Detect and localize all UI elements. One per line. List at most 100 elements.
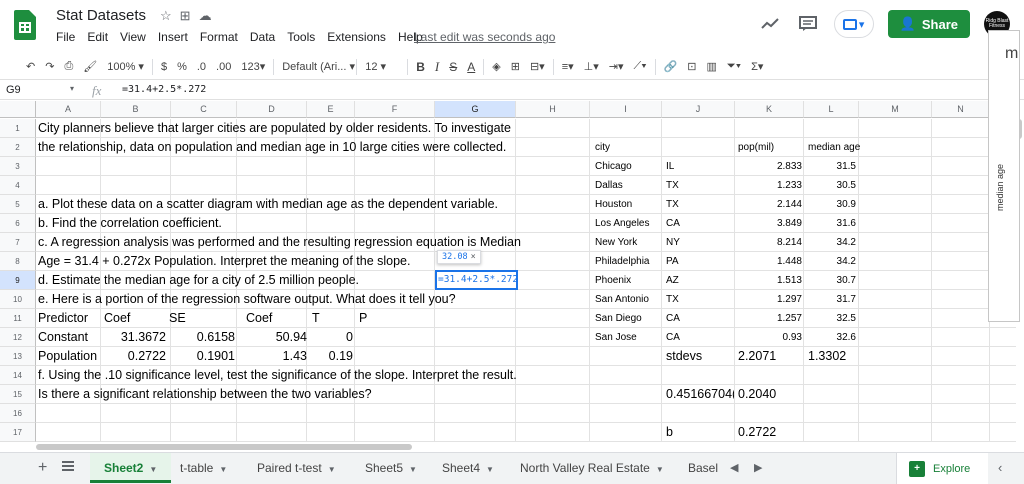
row-header-11[interactable]: 11 xyxy=(0,309,36,328)
row-header-12[interactable]: 12 xyxy=(0,328,36,347)
row-header-14[interactable]: 14 xyxy=(0,366,36,385)
row-header-15[interactable]: 15 xyxy=(0,385,36,404)
sheet-tab-t-table[interactable]: t-table ▼ xyxy=(166,453,241,483)
sheet-tab-sheet5[interactable]: Sheet5 ▼ xyxy=(351,453,431,483)
sheet-tab-north-valley-real-estate[interactable]: North Valley Real Estate ▼ xyxy=(506,453,678,483)
column-header-h[interactable]: H xyxy=(516,101,590,118)
name-box-chevron-icon[interactable]: ▾ xyxy=(70,84,74,93)
sheet-tab-basel[interactable]: Basel xyxy=(674,453,724,483)
horizontal-scrollbar[interactable] xyxy=(36,444,412,450)
row-header-8[interactable]: 8 xyxy=(0,252,36,271)
currency-format-button[interactable]: $ xyxy=(156,61,172,73)
select-all-corner[interactable] xyxy=(0,101,36,118)
column-header-k[interactable]: K xyxy=(735,101,804,118)
row-header-6[interactable]: 6 xyxy=(0,214,36,233)
menu-edit[interactable]: Edit xyxy=(81,30,114,44)
caret-down-icon[interactable]: ▼ xyxy=(486,465,494,474)
all-sheets-icon[interactable] xyxy=(62,461,74,473)
column-header-m[interactable]: M xyxy=(859,101,932,118)
column-header-f[interactable]: F xyxy=(355,101,435,118)
paint-format-icon[interactable]: 🖌 xyxy=(78,60,102,73)
menu-data[interactable]: Data xyxy=(244,30,281,44)
move-folder-icon[interactable]: ⊞ xyxy=(180,8,191,24)
embedded-chart[interactable]: m median age xyxy=(988,30,1020,322)
star-icon[interactable]: ☆ xyxy=(160,8,172,24)
document-title[interactable]: Stat Datasets xyxy=(56,7,146,24)
sheet-tab-sheet2[interactable]: Sheet2 ▼ xyxy=(90,453,172,483)
decrease-decimal-button[interactable]: .0 xyxy=(192,61,211,73)
column-header-a[interactable]: A xyxy=(36,101,101,118)
font-size-select[interactable]: 12 ▾ xyxy=(360,60,404,73)
caret-down-icon[interactable]: ▼ xyxy=(409,465,417,474)
row-header-9[interactable]: 9 xyxy=(0,271,36,290)
menu-tools[interactable]: Tools xyxy=(281,30,321,44)
last-edit-link[interactable]: Last edit was seconds ago xyxy=(414,30,555,44)
caret-down-icon[interactable]: ▼ xyxy=(656,465,664,474)
name-box[interactable]: G9 xyxy=(6,84,21,96)
redo-icon[interactable]: ↷ xyxy=(40,60,59,73)
row-header-1[interactable]: 1 xyxy=(0,119,36,138)
row-header-16[interactable]: 16 xyxy=(0,404,36,423)
menu-format[interactable]: Format xyxy=(194,30,244,44)
row-header-7[interactable]: 7 xyxy=(0,233,36,252)
filter-icon[interactable]: ⏷▾ xyxy=(722,60,746,73)
zoom-select[interactable]: 100% ▾ xyxy=(102,60,149,73)
sheets-logo-icon[interactable] xyxy=(14,10,36,40)
active-cell-editor[interactable]: =31.4+2.5*.272 xyxy=(435,270,518,290)
column-header-l[interactable]: L xyxy=(804,101,859,118)
comments-icon[interactable] xyxy=(796,12,820,36)
column-header-e[interactable]: E xyxy=(307,101,355,118)
font-select[interactable]: Default (Ari... ▾ xyxy=(277,60,355,73)
print-icon[interactable]: ⎙ xyxy=(59,60,78,73)
functions-icon[interactable]: Σ▾ xyxy=(746,60,768,73)
activity-trend-icon[interactable] xyxy=(758,12,782,36)
row-header-5[interactable]: 5 xyxy=(0,195,36,214)
increase-decimal-button[interactable]: .00 xyxy=(211,61,236,73)
tab-scroll-right-icon[interactable]: ▶ xyxy=(754,461,762,474)
borders-icon[interactable]: ⊞ xyxy=(506,60,525,73)
vertical-align-icon[interactable]: ⊥▾ xyxy=(579,60,604,73)
strikethrough-button[interactable]: S xyxy=(444,60,462,74)
spreadsheet-grid[interactable]: A B C D E F G H I J K L M N 1 2 3 4 5 6 7 8 9 10 11 12 13 14 15 16 17 C… xyxy=(0,101,1024,451)
column-header-j[interactable]: J xyxy=(662,101,735,118)
menu-file[interactable]: File xyxy=(50,30,81,44)
insert-link-icon[interactable]: 🔗 xyxy=(659,60,683,73)
row-header-4[interactable]: 4 xyxy=(0,176,36,195)
column-header-b[interactable]: B xyxy=(101,101,171,118)
menu-view[interactable]: View xyxy=(114,30,152,44)
row-header-13[interactable]: 13 xyxy=(0,347,36,366)
tab-scroll-left-icon[interactable]: ◀ xyxy=(730,461,738,474)
caret-down-icon[interactable]: ▼ xyxy=(328,465,336,474)
cloud-status-icon[interactable]: ☁ xyxy=(199,8,212,24)
column-header-c[interactable]: C xyxy=(171,101,237,118)
row-header-10[interactable]: 10 xyxy=(0,290,36,309)
italic-button[interactable]: I xyxy=(430,59,444,75)
formula-input[interactable]: =31.4+2.5*.272 xyxy=(122,84,206,95)
menu-insert[interactable]: Insert xyxy=(152,30,194,44)
menu-extensions[interactable]: Extensions xyxy=(321,30,392,44)
explore-button[interactable]: + Explore xyxy=(896,453,988,484)
horizontal-align-icon[interactable]: ≡▾ xyxy=(557,60,579,73)
side-panel-toggle-icon[interactable]: ‹ xyxy=(998,460,1002,475)
more-formats-button[interactable]: 123▾ xyxy=(236,60,270,73)
row-header-17[interactable]: 17 xyxy=(0,423,36,442)
undo-icon[interactable]: ↶ xyxy=(0,60,40,73)
insert-comment-icon[interactable]: ⊡ xyxy=(682,60,701,73)
text-wrap-icon[interactable]: ⇥▾ xyxy=(604,60,629,73)
merge-cells-icon[interactable]: ⊟▾ xyxy=(525,60,550,73)
insert-chart-icon[interactable]: ▥ xyxy=(702,60,722,73)
caret-down-icon[interactable]: ▼ xyxy=(219,465,227,474)
sheet-tab-paired-t-test[interactable]: Paired t-test ▼ xyxy=(243,453,350,483)
column-header-n[interactable]: N xyxy=(932,101,990,118)
column-header-i[interactable]: I xyxy=(590,101,662,118)
add-sheet-icon[interactable]: + xyxy=(38,459,47,477)
share-button[interactable]: 👤 Share xyxy=(887,10,970,38)
bold-button[interactable]: B xyxy=(411,60,430,74)
column-header-g[interactable]: G xyxy=(435,101,516,118)
row-header-3[interactable]: 3 xyxy=(0,157,36,176)
percent-format-button[interactable]: % xyxy=(172,61,192,73)
tooltip-close-icon[interactable]: × xyxy=(471,252,476,262)
text-color-button[interactable]: A xyxy=(462,60,480,74)
sheet-tab-sheet4[interactable]: Sheet4 ▼ xyxy=(428,453,508,483)
caret-down-icon[interactable]: ▼ xyxy=(149,465,157,474)
